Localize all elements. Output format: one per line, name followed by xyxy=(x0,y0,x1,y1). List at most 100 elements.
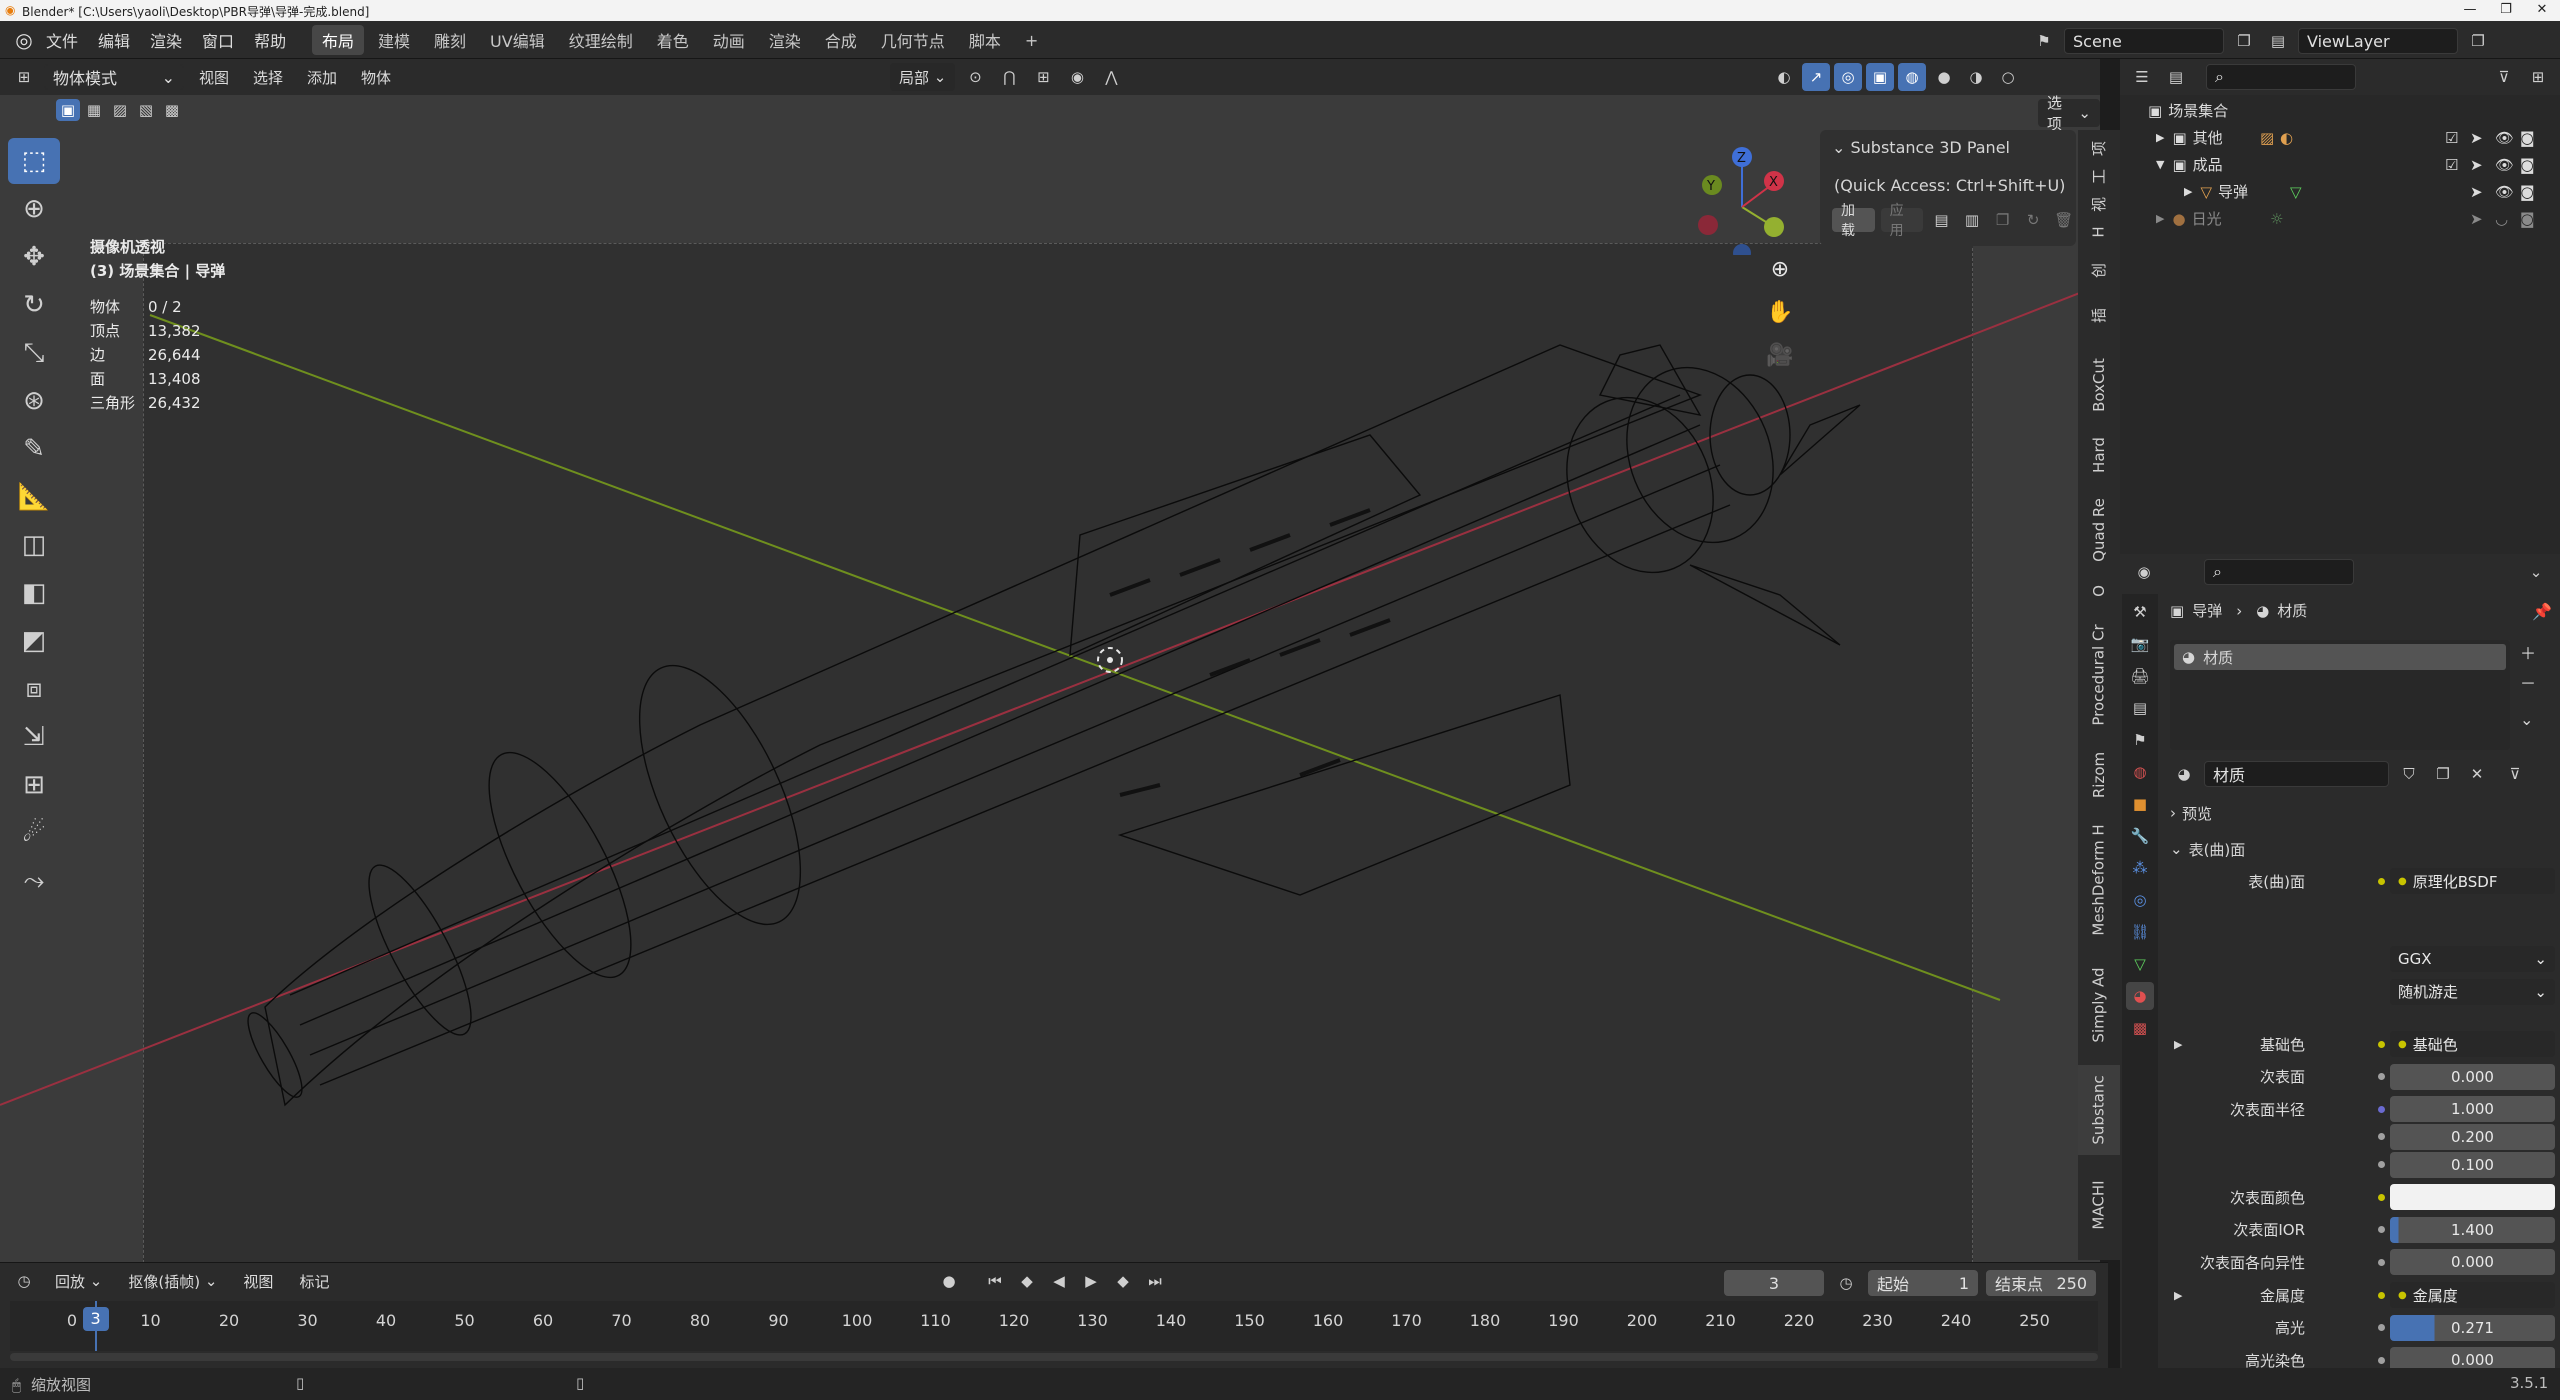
view-layer-selector[interactable]: ViewLayer xyxy=(2298,28,2458,54)
select-arrow-icon[interactable]: ➤ xyxy=(2470,156,2483,174)
substance-panel-title[interactable]: ⌄ Substance 3D Panel xyxy=(1832,138,2010,157)
next-keyframe-icon[interactable]: ◆ xyxy=(1109,1267,1137,1295)
menu-window[interactable]: 窗口 xyxy=(192,21,244,59)
outliner-row-scene-collection[interactable]: ▣ 场景集合 xyxy=(2120,97,2560,124)
jump-start-icon[interactable]: ⏮ xyxy=(981,1267,1009,1295)
material-browse-icon[interactable]: ◕ xyxy=(2170,760,2198,788)
scale-tool-icon[interactable]: ⤡ xyxy=(8,330,60,376)
filter-icon[interactable]: ⊽ xyxy=(2490,63,2518,91)
maximize-icon[interactable]: ❐ xyxy=(2488,0,2524,21)
remove-slot-icon[interactable]: － xyxy=(2520,670,2536,694)
playback-menu[interactable]: 回放 ⌄ xyxy=(46,1267,111,1295)
number-field[interactable]: 0.000 xyxy=(2390,1063,2555,1090)
prev-keyframe-icon[interactable]: ◆ xyxy=(1013,1267,1041,1295)
tab-modeling[interactable]: 建模 xyxy=(368,25,420,55)
select-arrow-icon[interactable]: ➤ xyxy=(2470,129,2483,147)
menu-file[interactable]: 文件 xyxy=(36,21,88,59)
menu-render[interactable]: 渲染 xyxy=(140,21,192,59)
new-view-layer-icon[interactable]: ❐ xyxy=(2464,27,2492,55)
knife-tool-icon[interactable]: ⤳ xyxy=(8,858,60,904)
socket-icon[interactable] xyxy=(2372,1035,2390,1053)
tab-animation[interactable]: 动画 xyxy=(703,25,755,55)
extrude-tool-icon[interactable]: ⇲ xyxy=(8,714,60,760)
object-tab-icon[interactable]: ■ xyxy=(2126,790,2154,818)
material-tab-icon[interactable]: ◕ xyxy=(2126,982,2154,1010)
link-field[interactable]: ● 基础色 xyxy=(2390,1031,2555,1057)
socket-icon[interactable] xyxy=(2372,1068,2390,1086)
tab-rendering[interactable]: 渲染 xyxy=(759,25,811,55)
number-field[interactable]: 0.271 xyxy=(2390,1314,2555,1341)
tab-create[interactable]: 创 xyxy=(2078,250,2120,290)
falloff-icon[interactable]: ⋀ xyxy=(1097,63,1125,91)
rotate-tool-icon[interactable]: ↻ xyxy=(8,282,60,328)
record-icon[interactable]: ● xyxy=(935,1267,963,1295)
camera-view-icon[interactable]: 🎥 xyxy=(1762,343,1798,368)
properties-editor-icon[interactable]: ◉ xyxy=(2130,558,2158,586)
tab-item[interactable]: 项 xyxy=(2078,136,2120,160)
play-reverse-icon[interactable]: ◀ xyxy=(1045,1267,1073,1295)
select-arrow-icon[interactable]: ➤ xyxy=(2470,183,2483,201)
bevel-tool-icon[interactable]: ◩ xyxy=(8,618,60,664)
clock-icon[interactable]: ◷ xyxy=(1832,1269,1860,1297)
dropdown-field[interactable]: 随机游走 ⌄ xyxy=(2390,978,2555,1005)
timeline-scrollbar[interactable] xyxy=(10,1353,2098,1361)
start-frame-field[interactable]: 起始 1 xyxy=(1868,1270,1978,1296)
menu-add[interactable]: 添加 xyxy=(298,63,346,91)
tab-o[interactable]: O xyxy=(2078,576,2120,606)
menu-view[interactable]: 视图 xyxy=(190,63,238,91)
menu-help[interactable]: 帮助 xyxy=(244,21,296,59)
material-shading-icon[interactable]: ◑ xyxy=(1962,63,1990,91)
number-field[interactable]: 0.100 xyxy=(2390,1151,2555,1178)
expand-icon[interactable]: ▶ xyxy=(2174,1289,2182,1302)
select-box-tool-icon[interactable]: ⬚ xyxy=(8,138,60,184)
tab-plugin[interactable]: 插 xyxy=(2078,295,2120,335)
tab-rizom[interactable]: Rizom xyxy=(2078,745,2120,805)
tab-procedural[interactable]: Procedural Cr xyxy=(2078,615,2120,735)
link-field[interactable]: ● 原理化BSDF xyxy=(2390,868,2555,894)
socket-icon[interactable] xyxy=(2372,872,2390,890)
proportional-edit-icon[interactable]: ◉ xyxy=(1063,63,1091,91)
marker-menu[interactable]: 标记 xyxy=(290,1267,338,1295)
dropdown-field[interactable]: GGX ⌄ xyxy=(2390,946,2555,973)
socket-icon[interactable] xyxy=(2372,1100,2390,1118)
render-camera-icon[interactable]: ◙ xyxy=(2520,129,2535,147)
minimize-icon[interactable]: — xyxy=(2452,0,2488,21)
add-slot-icon[interactable]: ＋ xyxy=(2520,640,2536,664)
menu-select[interactable]: 选择 xyxy=(244,63,292,91)
tab-h[interactable]: H xyxy=(2078,220,2120,244)
outliner-row-missile[interactable]: ▶ ▽ 导弹 ▽ ➤ 👁 ◙ xyxy=(2120,178,2560,205)
visibility-icon[interactable]: ◐ xyxy=(1770,63,1798,91)
tab-quad-remesher[interactable]: Quad Re xyxy=(2078,490,2120,570)
checkbox-icon[interactable]: ☑ xyxy=(2445,156,2458,174)
smooth-tool-icon[interactable]: ☄ xyxy=(8,810,60,856)
menu-object[interactable]: 物体 xyxy=(352,63,400,91)
number-field[interactable]: 1.400 xyxy=(2390,1216,2555,1243)
navigation-gizmo[interactable]: Z X Y xyxy=(1680,145,1790,255)
expand-icon[interactable]: ▶ xyxy=(2174,1038,2182,1051)
world-tab-icon[interactable]: ◍ xyxy=(2126,758,2154,786)
socket-icon[interactable] xyxy=(2372,1253,2390,1271)
substance-load-button[interactable]: 加载 xyxy=(1832,203,1875,239)
number-field[interactable]: 1.000 xyxy=(2390,1096,2555,1123)
preview-panel-header[interactable]: › 预览 xyxy=(2170,800,2550,826)
mirror-tool-icon[interactable]: ⧈ xyxy=(8,666,60,712)
scene-selector[interactable]: Scene xyxy=(2064,28,2224,54)
fake-user-icon[interactable]: ⛉ xyxy=(2395,760,2423,788)
tool-tab-icon[interactable]: ⚒ xyxy=(2126,598,2154,626)
pin-icon[interactable]: 📌 xyxy=(2532,602,2552,621)
link-field[interactable]: ● 金属度 xyxy=(2390,1282,2555,1309)
texture-tab-icon[interactable]: ▩ xyxy=(2126,1014,2154,1042)
measure-tool-icon[interactable]: 📐 xyxy=(8,474,60,520)
material-name-field[interactable]: 材质 xyxy=(2204,761,2389,787)
render-tab-icon[interactable]: 📷 xyxy=(2126,630,2154,658)
tab-meshdeform[interactable]: MeshDeform H xyxy=(2078,815,2120,945)
transform-tool-icon[interactable]: ⊛ xyxy=(8,378,60,424)
duplicate-material-icon[interactable]: ❐ xyxy=(2429,760,2457,788)
outliner-row-sun[interactable]: ▶ ● 日光 ☼ ➤ ◡ ◙ xyxy=(2120,205,2560,232)
zoom-icon[interactable]: ⊕ xyxy=(1762,257,1798,282)
cursor-tool-icon[interactable]: ⊕ xyxy=(8,186,60,232)
expand-icon[interactable]: ▶ xyxy=(2156,131,2164,144)
data-tab-icon[interactable]: ▽ xyxy=(2126,950,2154,978)
eye-closed-icon[interactable]: ◡ xyxy=(2495,210,2508,228)
close-icon[interactable]: ✕ xyxy=(2524,0,2560,21)
